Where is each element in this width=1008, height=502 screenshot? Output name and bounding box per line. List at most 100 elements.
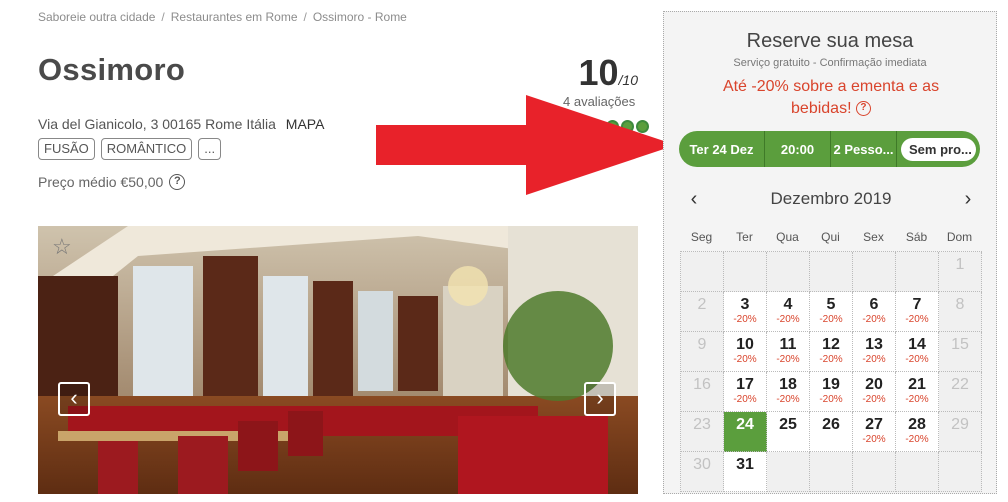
weekday-label: Sex — [863, 230, 884, 244]
calendar-grid: 1 2 3 -20% 4 -20% 5 -20% 6 -20% 7 -20% 8 9 10 -20% 11 -20… — [680, 251, 982, 492]
promo-help-icon[interactable]: ? — [855, 101, 871, 117]
calendar-day[interactable]: 18 -20% — [767, 372, 810, 412]
day-discount: -20% — [905, 354, 929, 365]
day-number: 6 — [869, 296, 879, 313]
chevron-left-icon[interactable]: ‹ — [684, 188, 704, 211]
day-number: 22 — [951, 376, 969, 393]
people-selector[interactable]: 2 Pesso... — [831, 131, 897, 167]
day-number: 19 — [822, 376, 840, 393]
help-icon[interactable]: ? — [169, 174, 186, 190]
calendar-day[interactable]: 7 -20% — [896, 292, 939, 332]
calendar-day[interactable]: 4 -20% — [767, 292, 810, 332]
day-discount: -20% — [862, 394, 886, 405]
breadcrumb-separator: / — [161, 10, 165, 24]
red-arrow-annotation — [376, 95, 676, 195]
address: Via del Gianicolo, 3 00165 Rome Itália M… — [38, 116, 324, 132]
day-number: 8 — [955, 296, 965, 313]
day-discount: -20% — [819, 314, 843, 325]
calendar-day[interactable]: 19 -20% — [810, 372, 853, 412]
calendar-day: 1 — [939, 252, 982, 292]
breadcrumb-item-restaurants[interactable]: Restaurantes em Rome — [171, 10, 298, 24]
cuisine-tags: FUSÃO ROMÂNTICO ... — [38, 138, 222, 160]
calendar-day: 30 — [681, 452, 724, 492]
calendar-day[interactable]: 11 -20% — [767, 332, 810, 372]
day-discount: -20% — [862, 314, 886, 325]
breadcrumb: Saboreie outra cidade / Restaurantes em … — [38, 10, 407, 24]
booking-selector-bar: Ter 24 Dez 20:00 2 Pesso... Sem pro... — [679, 131, 980, 167]
weekday-label: Qui — [821, 230, 840, 244]
day-number: 16 — [693, 376, 711, 393]
weekday-label: Ter — [736, 230, 753, 244]
calendar-day — [896, 452, 939, 492]
calendar-day[interactable]: 28 -20% — [896, 412, 939, 452]
calendar-day[interactable]: 14 -20% — [896, 332, 939, 372]
booking-subtitle: Serviço gratuito - Confirmação imediata — [733, 57, 927, 69]
calendar-day: 9 — [681, 332, 724, 372]
day-number: 2 — [697, 296, 707, 313]
day-number: 1 — [955, 256, 965, 273]
day-discount: -20% — [733, 314, 757, 325]
calendar-day-selected[interactable]: 24 — [724, 412, 767, 452]
calendar-month: Dezembro 2019 — [770, 189, 892, 208]
map-link[interactable]: MAPA — [286, 116, 325, 132]
time-selector[interactable]: 20:00 — [765, 131, 831, 167]
breadcrumb-item-current[interactable]: Ossimoro - Rome — [313, 10, 407, 24]
day-number: 30 — [693, 456, 711, 473]
day-number: 15 — [951, 336, 969, 353]
calendar-day[interactable]: 21 -20% — [896, 372, 939, 412]
day-discount: -20% — [819, 354, 843, 365]
calendar-day: 8 — [939, 292, 982, 332]
booking-panel: Reserve sua mesa Serviço gratuito - Conf… — [663, 11, 997, 494]
tag-fusion[interactable]: FUSÃO — [38, 138, 95, 160]
day-number: 25 — [779, 416, 797, 433]
calendar-day — [810, 252, 853, 292]
calendar-day[interactable]: 12 -20% — [810, 332, 853, 372]
day-discount: -20% — [905, 314, 929, 325]
weekday-label: Sáb — [905, 230, 928, 244]
calendar-day[interactable]: 25 — [767, 412, 810, 452]
calendar-day[interactable]: 31 — [724, 452, 767, 492]
calendar-day[interactable]: 6 -20% — [853, 292, 896, 332]
gallery-next-button[interactable]: › — [584, 382, 616, 416]
calendar-day — [767, 452, 810, 492]
tag-romantic[interactable]: ROMÂNTICO — [100, 138, 193, 160]
calendar-day[interactable]: 27 -20% — [853, 412, 896, 452]
day-number: 24 — [736, 416, 754, 433]
weekday-label: Seg — [690, 230, 713, 244]
calendar-day: 29 — [939, 412, 982, 452]
calendar-day[interactable]: 13 -20% — [853, 332, 896, 372]
promo-text: Até -20% sobre a ementa e as bebidas! ? — [694, 76, 968, 120]
gallery-prev-button[interactable]: ‹ — [58, 382, 90, 416]
calendar-day — [896, 252, 939, 292]
calendar-day — [853, 452, 896, 492]
calendar-weekdays: Seg Ter Qua Qui Sex Sáb Dom — [680, 230, 982, 244]
favorite-star-icon[interactable]: ☆ — [52, 234, 72, 260]
calendar-day[interactable]: 20 -20% — [853, 372, 896, 412]
breadcrumb-item-city[interactable]: Saboreie outra cidade — [38, 10, 155, 24]
calendar-day[interactable]: 17 -20% — [724, 372, 767, 412]
calendar-day[interactable]: 3 -20% — [724, 292, 767, 332]
calendar-header: ‹ Dezembro 2019 › — [684, 188, 978, 210]
calendar-day[interactable]: 26 — [810, 412, 853, 452]
date-selector[interactable]: Ter 24 Dez — [679, 131, 765, 167]
calendar-day — [939, 452, 982, 492]
calendar-day — [724, 252, 767, 292]
calendar-day[interactable]: 5 -20% — [810, 292, 853, 332]
rating-score: 10/10 — [578, 52, 638, 94]
day-discount: -20% — [862, 434, 886, 445]
day-discount: -20% — [733, 394, 757, 405]
day-number: 7 — [912, 296, 922, 313]
day-number: 28 — [908, 416, 926, 433]
calendar-day[interactable]: 10 -20% — [724, 332, 767, 372]
day-discount: -20% — [905, 434, 929, 445]
day-discount: -20% — [862, 354, 886, 365]
offer-selector[interactable]: Sem pro... — [897, 131, 980, 167]
day-discount: -20% — [733, 354, 757, 365]
day-discount: -20% — [819, 394, 843, 405]
day-number: 31 — [736, 456, 754, 473]
chevron-right-icon[interactable]: › — [958, 188, 978, 211]
tag-more[interactable]: ... — [198, 138, 222, 160]
day-number: 5 — [826, 296, 836, 313]
dining-room-image — [38, 226, 638, 494]
day-number: 14 — [908, 336, 926, 353]
